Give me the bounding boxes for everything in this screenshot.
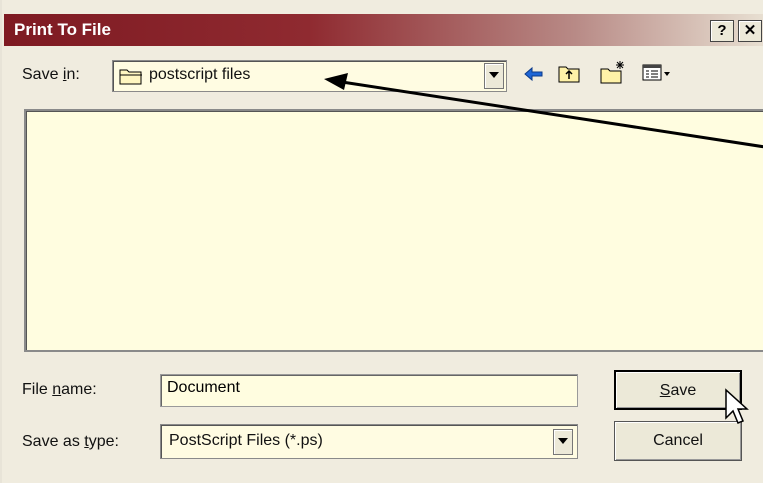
annotation-arrow-icon <box>324 73 763 149</box>
print-to-file-dialog: Print To File ? ✕ Save in: postscript fi… <box>0 0 763 483</box>
